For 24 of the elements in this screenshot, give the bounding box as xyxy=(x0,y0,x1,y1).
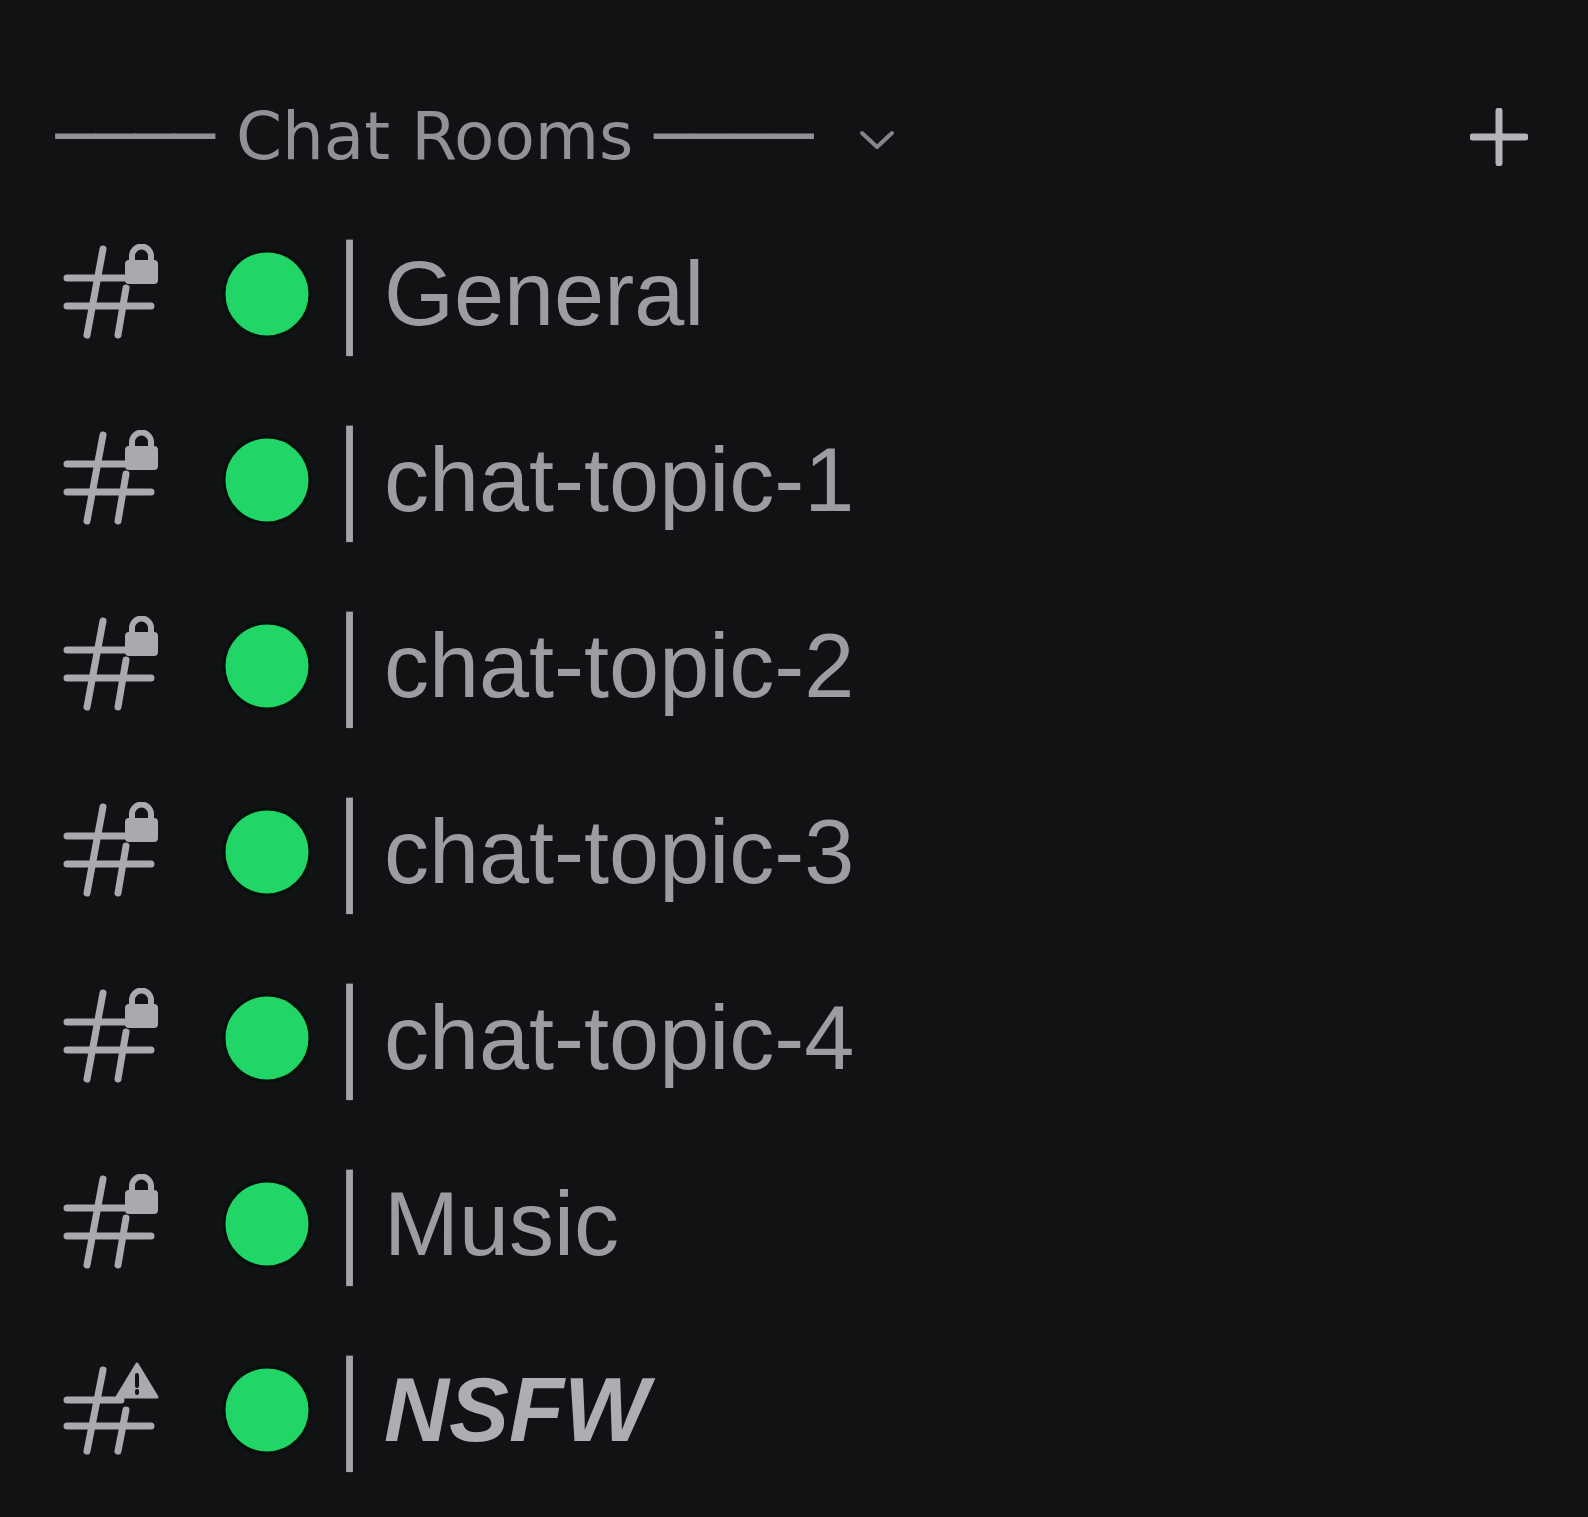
separator-text: │ xyxy=(324,231,384,357)
channel-name[interactable]: chat-topic-4 xyxy=(384,984,855,1092)
circle-emoji-icon xyxy=(222,621,312,711)
circle-emoji-icon xyxy=(222,993,312,1083)
category-title[interactable]: ──── Chat Rooms ──── xyxy=(56,97,814,177)
separator-text: │ xyxy=(324,417,384,543)
channel-name[interactable]: Music xyxy=(384,1170,620,1278)
separator-text: │ xyxy=(324,789,384,915)
add-icon[interactable] xyxy=(1470,108,1528,166)
separator-text: │ xyxy=(324,1161,384,1287)
circle-emoji-icon xyxy=(222,249,312,339)
separator-text: │ xyxy=(324,1347,384,1473)
separator-text: │ xyxy=(324,603,384,729)
channel-name[interactable]: NSFW xyxy=(384,1356,663,1464)
channel-name[interactable]: General xyxy=(384,240,705,348)
circle-emoji-icon xyxy=(222,435,312,525)
circle-emoji-icon xyxy=(222,1179,312,1269)
chevron-icon[interactable] xyxy=(859,130,896,150)
circle-emoji-icon xyxy=(222,807,312,897)
channel-name[interactable]: chat-topic-3 xyxy=(384,798,855,906)
circle-emoji-icon xyxy=(222,1365,312,1455)
channel-name[interactable]: chat-topic-1 xyxy=(384,426,855,534)
channel-name[interactable]: chat-topic-2 xyxy=(384,612,855,720)
separator-text: │ xyxy=(324,975,384,1101)
